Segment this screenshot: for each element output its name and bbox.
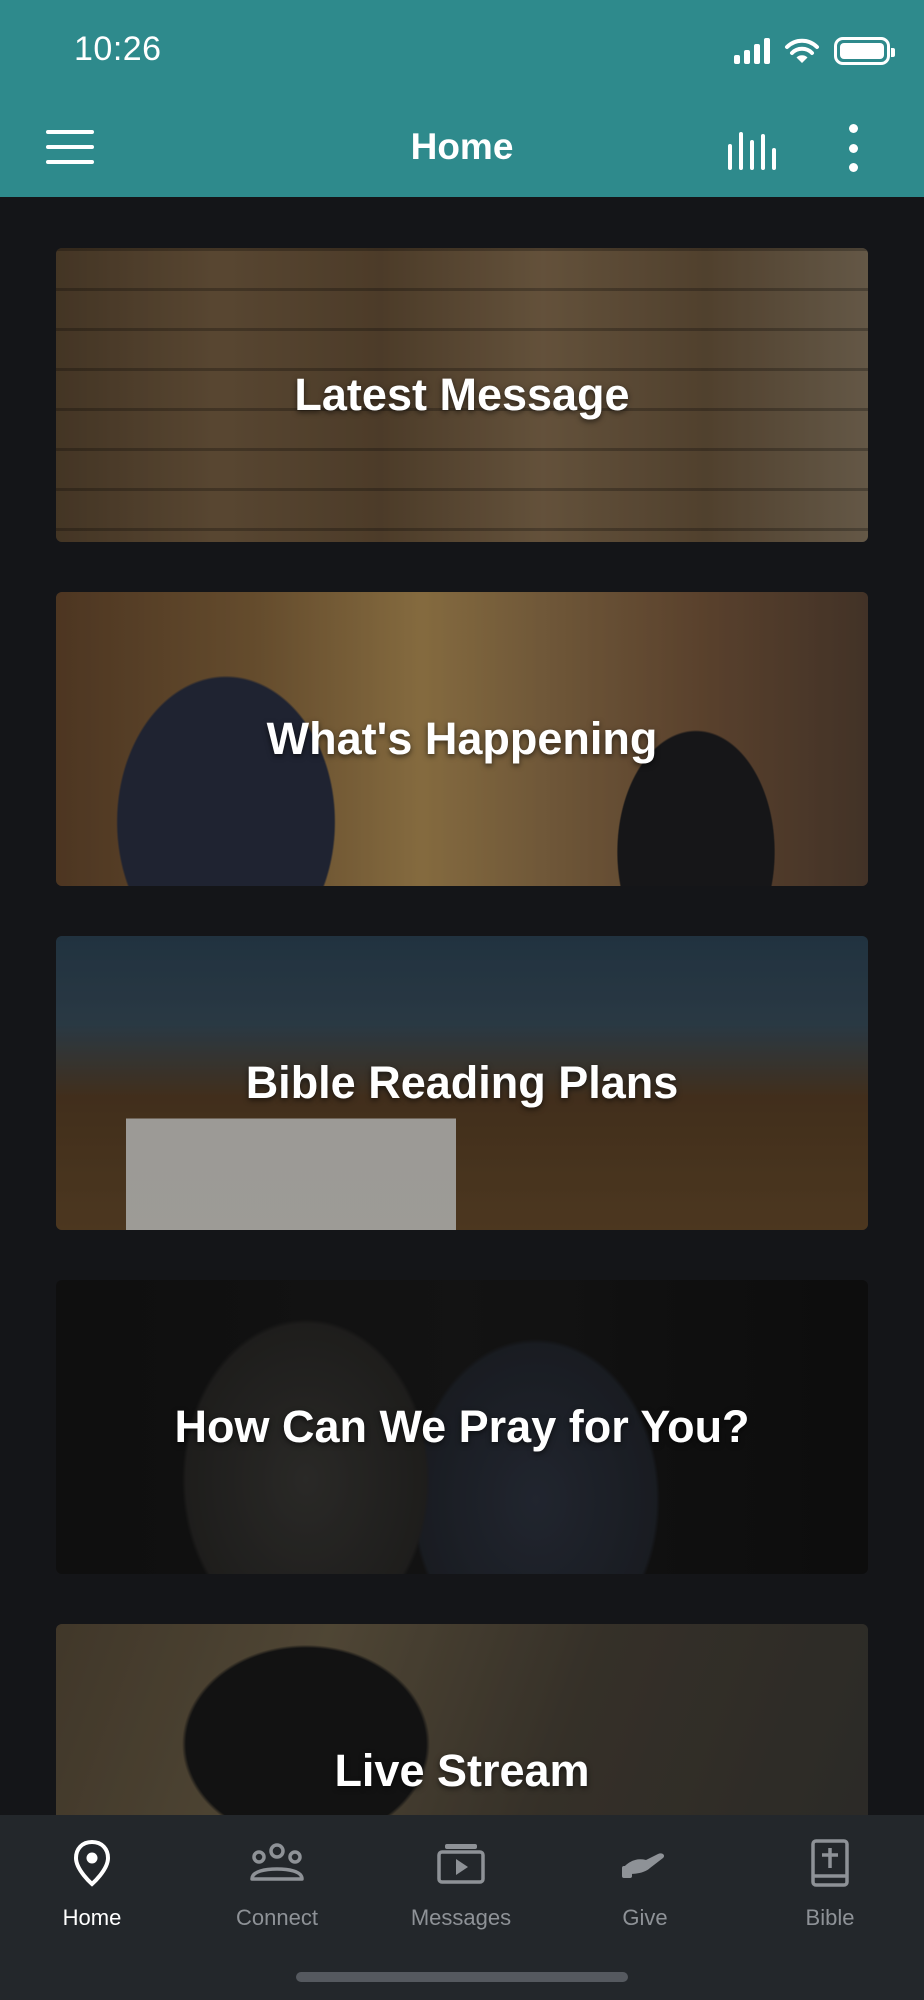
tab-label: Connect [236, 1905, 318, 1930]
battery-icon [834, 37, 895, 65]
tab-label: Bible [805, 1905, 855, 1930]
card-title: How Can We Pray for You? [174, 1401, 750, 1452]
bible-icon [800, 1833, 860, 1893]
tab-give[interactable]: Give [553, 1815, 737, 1955]
people-icon [247, 1833, 307, 1893]
tab-messages[interactable]: Messages [369, 1815, 553, 1955]
wifi-icon [785, 38, 819, 63]
tab-bible[interactable]: Bible [738, 1815, 922, 1955]
card-latest-message[interactable]: Latest Message [56, 248, 868, 542]
location-pin-icon [62, 1833, 122, 1893]
page-title: Home [410, 126, 514, 167]
tab-label: Messages [410, 1905, 512, 1930]
tab-home[interactable]: Home [0, 1815, 184, 1955]
more-vertical-icon[interactable] [842, 124, 864, 172]
home-card-list: Latest Message What's Happening Bible Re… [56, 248, 868, 1968]
equalizer-icon[interactable] [728, 128, 784, 170]
cellular-signal-icon [734, 38, 770, 64]
tab-label: Home [62, 1905, 122, 1930]
card-prayer-requests[interactable]: How Can We Pray for You? [56, 1280, 868, 1574]
status-icons [734, 36, 895, 66]
video-play-icon [431, 1833, 491, 1893]
card-title: Bible Reading Plans [245, 1057, 679, 1108]
app-header: 10:26 Home [0, 0, 924, 197]
tab-label: Give [622, 1905, 668, 1930]
tab-connect[interactable]: Connect [185, 1815, 369, 1955]
card-whats-happening[interactable]: What's Happening [56, 592, 868, 886]
home-screen: 10:26 Home Latest Message What's Happeni… [0, 0, 924, 2000]
home-indicator [296, 1972, 628, 1982]
giving-hand-icon [615, 1833, 675, 1893]
card-title: Latest Message [294, 369, 630, 420]
status-time: 10:26 [74, 30, 162, 68]
card-bible-reading-plans[interactable]: Bible Reading Plans [56, 936, 868, 1230]
card-title: Live Stream [334, 1745, 590, 1796]
card-title: What's Happening [266, 713, 658, 764]
